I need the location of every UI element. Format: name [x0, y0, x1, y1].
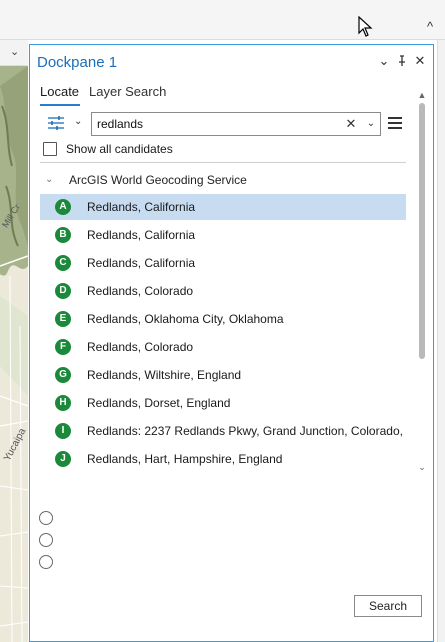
- pane-options-chevron-icon[interactable]: ⌄: [376, 53, 392, 69]
- result-label: Redlands, California: [87, 256, 196, 270]
- scrollbar-thumb[interactable]: [419, 103, 425, 359]
- result-row[interactable]: D Redlands, Colorado: [40, 278, 406, 304]
- result-row[interactable]: B Redlands, California: [40, 222, 406, 248]
- radio-option-1[interactable]: [39, 511, 53, 525]
- result-label: Redlands, California: [87, 228, 196, 242]
- radio-option-3[interactable]: [39, 555, 53, 569]
- result-marker-icon: H: [55, 395, 71, 411]
- result-label: Redlands, Colorado: [87, 284, 194, 298]
- search-button[interactable]: Search: [354, 595, 422, 617]
- close-icon[interactable]: ✕: [412, 53, 428, 69]
- tab-layer-search[interactable]: Layer Search: [89, 84, 166, 99]
- result-row[interactable]: J Redlands, Hart, Hampshire, England: [40, 446, 406, 472]
- active-tab-indicator: [40, 104, 80, 106]
- result-row[interactable]: E Redlands, Oklahoma City, Oklahoma: [40, 306, 406, 332]
- mouse-pointer-icon: [358, 16, 373, 37]
- result-label: Redlands, Colorado: [87, 340, 194, 354]
- result-row[interactable]: G Redlands, Wiltshire, England: [40, 362, 406, 388]
- chevron-down-icon: ⌄: [45, 174, 54, 185]
- pin-icon[interactable]: [394, 53, 410, 69]
- results-list: A Redlands, California B Redlands, Californ…: [40, 194, 406, 474]
- map-terrain: [0, 66, 28, 642]
- result-label: Redlands, Oklahoma City, Oklahoma: [87, 312, 284, 326]
- map-view-header: ⌄: [0, 40, 28, 66]
- ribbon-strip: ^: [0, 0, 445, 40]
- chevron-down-icon[interactable]: ⌄: [10, 45, 19, 58]
- sliders-icon: [48, 116, 64, 130]
- result-row[interactable]: H Redlands, Dorset, England: [40, 390, 406, 416]
- result-marker-icon: J: [55, 451, 71, 467]
- result-marker-icon: G: [55, 367, 71, 383]
- result-marker-icon: I: [55, 423, 71, 439]
- adjacent-pane-edge: [437, 40, 445, 642]
- result-row[interactable]: C Redlands, California: [40, 250, 406, 276]
- tab-locate[interactable]: Locate: [40, 84, 79, 99]
- search-history-dropdown-icon[interactable]: ⌄: [364, 116, 378, 132]
- result-marker-icon: F: [55, 339, 71, 355]
- result-label: Redlands, Dorset, England: [87, 396, 231, 410]
- scroll-down-icon[interactable]: ⌄: [416, 461, 428, 473]
- show-all-candidates-label: Show all candidates: [66, 142, 173, 156]
- show-all-candidates-checkbox[interactable]: [43, 142, 57, 156]
- result-marker-icon: A: [55, 199, 71, 215]
- results-scrollbar[interactable]: ▲ ⌄: [416, 89, 428, 473]
- result-row[interactable]: A Redlands, California: [40, 194, 406, 220]
- collapse-ribbon-chevron-icon[interactable]: ^: [423, 20, 437, 34]
- chevron-down-icon: ⌄: [74, 116, 83, 127]
- search-input[interactable]: [97, 116, 327, 132]
- clear-search-icon[interactable]: ✕: [344, 116, 358, 132]
- menu-icon[interactable]: [388, 116, 402, 130]
- result-row[interactable]: F Redlands, Colorado: [40, 334, 406, 360]
- dockpane-title: Dockpane 1: [37, 54, 118, 71]
- dockpane: Dockpane 1 ⌄ ✕ Locate Layer Search ⌄ ✕ ⌄: [29, 44, 434, 642]
- result-marker-icon: E: [55, 311, 71, 327]
- result-marker-icon: B: [55, 227, 71, 243]
- locate-options-button[interactable]: ⌄: [44, 113, 90, 135]
- result-label: Redlands, California: [87, 200, 196, 214]
- result-label: Redlands: 2237 Redlands Pkwy, Grand Junc…: [87, 424, 406, 438]
- search-field[interactable]: ✕ ⌄: [91, 112, 381, 136]
- map-view[interactable]: ⌄ Mill Cr Yucaipa: [0, 40, 28, 642]
- result-row[interactable]: I Redlands: 2237 Redlands Pkwy, Grand Jun…: [40, 418, 406, 444]
- scroll-up-icon[interactable]: ▲: [416, 89, 428, 101]
- provider-name: ArcGIS World Geocoding Service: [69, 173, 247, 187]
- result-label: Redlands, Hart, Hampshire, England: [87, 452, 283, 466]
- radio-option-2[interactable]: [39, 533, 53, 547]
- result-marker-icon: D: [55, 283, 71, 299]
- result-marker-icon: C: [55, 255, 71, 271]
- divider: [40, 162, 406, 163]
- result-label: Redlands, Wiltshire, England: [87, 368, 242, 382]
